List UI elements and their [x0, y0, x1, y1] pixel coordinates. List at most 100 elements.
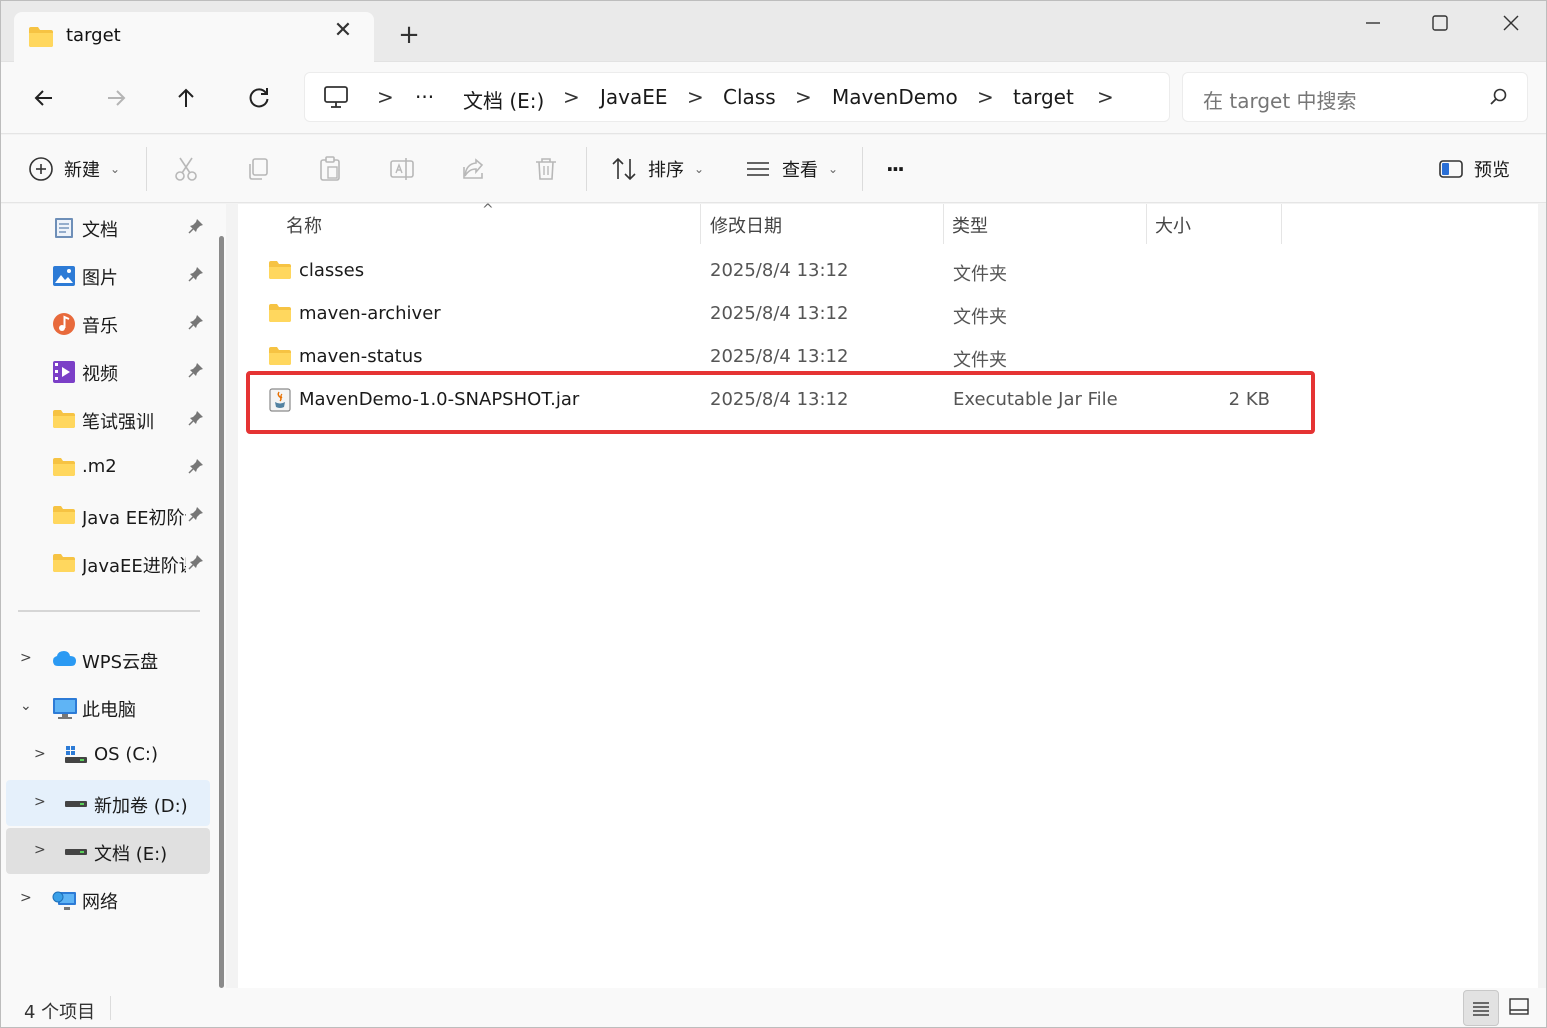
breadcrumb-target[interactable]: target: [1013, 85, 1074, 109]
column-divider[interactable]: [700, 204, 701, 244]
refresh-button[interactable]: [243, 82, 275, 114]
column-divider[interactable]: [943, 204, 944, 244]
sidebar-item-videos[interactable]: 视频: [0, 348, 210, 394]
details-view-button[interactable]: [1463, 990, 1499, 1026]
cut-icon[interactable]: [172, 155, 200, 183]
preview-label: 预览: [1474, 160, 1510, 181]
sidebar-item-drive-d[interactable]: > 新加卷 (D:): [6, 780, 210, 826]
column-header-size[interactable]: 大小: [1155, 212, 1191, 238]
chevron-right-icon[interactable]: >: [20, 650, 32, 666]
drive-icon: [64, 792, 88, 816]
sidebar-item-folder[interactable]: Java EE初阶课: [0, 492, 210, 538]
minimize-button[interactable]: [1358, 8, 1388, 38]
folder-icon: [28, 26, 54, 53]
column-header-type[interactable]: 类型: [952, 212, 988, 238]
file-row[interactable]: maven-archiver 2025/8/4 13:12 文件夹: [252, 294, 1302, 336]
delete-icon[interactable]: [532, 155, 560, 183]
sidebar-item-music[interactable]: 音乐: [0, 300, 210, 346]
search-input[interactable]: 在 target 中搜索: [1182, 72, 1528, 122]
chevron-right-icon[interactable]: >: [34, 842, 46, 858]
folder-icon: [268, 259, 292, 286]
chevron-right-icon[interactable]: >: [977, 85, 994, 109]
breadcrumb-class[interactable]: Class: [723, 85, 776, 109]
chevron-right-icon[interactable]: >: [795, 85, 812, 109]
back-button[interactable]: [28, 82, 60, 114]
pin-icon: [188, 458, 204, 479]
sidebar-item-network[interactable]: > 网络: [0, 876, 210, 922]
more-options-button[interactable]: ···: [886, 153, 905, 185]
column-header-name[interactable]: 名称: [286, 212, 322, 238]
sidebar-scrollbar[interactable]: [219, 236, 224, 988]
divider: [146, 147, 147, 191]
sidebar-item-drive-c[interactable]: > OS (C:): [0, 732, 210, 778]
sidebar-item-label: 笔试强训: [82, 412, 154, 433]
tab-close-icon[interactable]: ✕: [332, 20, 354, 42]
column-divider[interactable]: [1146, 204, 1147, 244]
drive-icon: [64, 840, 88, 864]
sidebar-item-label: JavaEE进阶课: [82, 556, 186, 577]
plus-circle-icon: [29, 157, 53, 181]
new-button[interactable]: 新建 ⌄: [28, 153, 120, 185]
divider: [18, 610, 200, 612]
pin-icon: [188, 554, 204, 575]
copy-icon[interactable]: [244, 155, 272, 183]
tiles-view-button[interactable]: [1502, 990, 1538, 1026]
computer-icon: [52, 696, 77, 720]
up-button[interactable]: [170, 82, 202, 114]
sidebar-item-this-pc[interactable]: ⌄ 此电脑: [0, 684, 210, 730]
rename-icon[interactable]: [388, 155, 416, 183]
sidebar-item-drive-e[interactable]: > 文档 (E:): [6, 828, 210, 874]
tab-target[interactable]: target ✕: [14, 12, 374, 64]
divider: [862, 147, 863, 191]
sidebar-item-folder[interactable]: 笔试强训: [0, 396, 210, 442]
chevron-right-icon[interactable]: >: [34, 794, 46, 810]
view-button[interactable]: 查看 ⌄: [744, 153, 838, 185]
status-bar: 4 个项目: [0, 988, 1547, 1028]
chevron-right-icon[interactable]: >: [687, 85, 704, 109]
pin-icon: [188, 410, 204, 431]
item-count: 4 个项目: [24, 1002, 96, 1023]
chevron-right-icon[interactable]: >: [34, 746, 46, 762]
share-icon[interactable]: [460, 155, 488, 183]
sidebar-item-label: Java EE初阶课: [82, 508, 186, 529]
chevron-right-icon[interactable]: >: [20, 890, 32, 906]
tiles-view-icon: [1509, 998, 1529, 1015]
chevron-down-icon: ⌄: [110, 162, 121, 176]
videos-icon: [52, 360, 76, 384]
sidebar-item-folder[interactable]: .m2: [0, 444, 210, 490]
this-pc-icon[interactable]: [323, 85, 349, 114]
preview-pane-button[interactable]: 预览: [1438, 153, 1510, 185]
breadcrumb-drive-e[interactable]: 文档 (E:): [463, 85, 544, 114]
sidebar-item-label: 文档 (E:): [94, 844, 168, 865]
sort-icon: [612, 157, 636, 181]
column-header-modified[interactable]: 修改日期: [710, 212, 782, 238]
sort-button[interactable]: 排序 ⌄: [610, 153, 704, 185]
column-divider[interactable]: [1281, 204, 1282, 244]
close-window-button[interactable]: [1496, 8, 1526, 38]
forward-button[interactable]: [100, 82, 132, 114]
chevron-right-icon[interactable]: >: [1097, 85, 1114, 109]
breadcrumb-overflow[interactable]: ···: [415, 85, 434, 109]
breadcrumb[interactable]: > ··· 文档 (E:) > JavaEE > Class > MavenDe…: [304, 72, 1170, 122]
search-icon: [1489, 87, 1509, 112]
maximize-button[interactable]: [1425, 8, 1455, 38]
pin-icon: [188, 266, 204, 287]
breadcrumb-javaee[interactable]: JavaEE: [600, 85, 668, 109]
sidebar-item-pictures[interactable]: 图片: [0, 252, 210, 298]
chevron-right-icon[interactable]: >: [377, 85, 394, 109]
file-row[interactable]: classes 2025/8/4 13:12 文件夹: [252, 251, 1302, 293]
sidebar-item-label: 视频: [82, 364, 118, 385]
sort-label: 排序: [648, 160, 684, 181]
breadcrumb-mavendemo[interactable]: MavenDemo: [832, 85, 958, 109]
divider: [110, 996, 111, 1020]
chevron-down-icon[interactable]: ⌄: [20, 698, 32, 714]
file-type: 文件夹: [953, 307, 1007, 328]
sidebar-item-wps-cloud[interactable]: > WPS云盘: [0, 636, 210, 682]
paste-icon[interactable]: [316, 155, 344, 183]
sidebar-item-folder[interactable]: JavaEE进阶课: [0, 540, 210, 586]
sidebar-item-documents[interactable]: 文档: [0, 204, 210, 250]
new-tab-button[interactable]: +: [396, 22, 422, 48]
documents-icon: [52, 216, 76, 240]
red-highlight-annotation: [246, 371, 1315, 434]
chevron-right-icon[interactable]: >: [563, 85, 580, 109]
